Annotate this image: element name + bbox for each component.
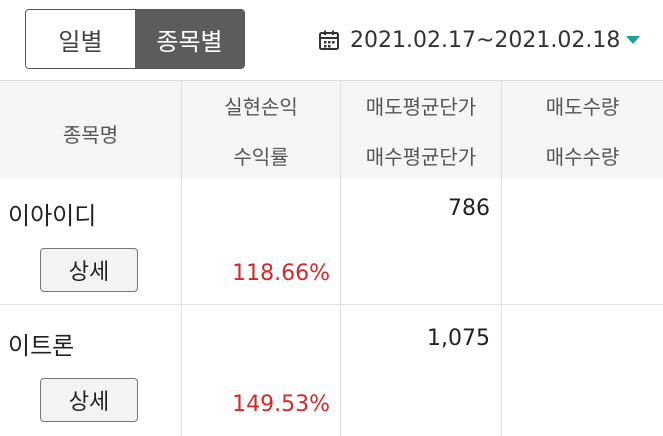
return-rate: 149.53%: [232, 392, 330, 417]
tab-by-stock[interactable]: 종목별: [135, 10, 244, 68]
header-pnl: 실현손익 수익률: [182, 80, 340, 178]
header-col3-bottom: 매수평균단가: [365, 145, 477, 169]
calendar-icon: [319, 30, 339, 50]
row-divider: [0, 304, 663, 305]
tab-daily[interactable]: 일별: [26, 10, 135, 68]
trade-result-table: 종목명 실현손익 수익률 매도평균단가 매수평균단가 매도수량 매수수량 이아이…: [0, 80, 663, 436]
detail-button[interactable]: 상세: [40, 378, 138, 422]
sell-avg-price: 1,075: [427, 326, 490, 351]
stock-name: 이트론: [8, 332, 75, 360]
sell-avg-price: 786: [448, 196, 490, 221]
stock-name: 이아이디: [8, 202, 97, 230]
header-col1-label: 종목명: [62, 123, 119, 147]
header-col2-top: 실현손익: [224, 95, 298, 119]
detail-button[interactable]: 상세: [40, 248, 138, 292]
header-col2-bottom: 수익률: [233, 145, 289, 169]
table-row: 이아이디 상세 118.66% 786: [0, 178, 663, 306]
header-quantity: 매도수량 매수수량: [502, 80, 663, 178]
masked-cell: [190, 312, 332, 358]
masked-cell: [508, 312, 658, 358]
header-col4-bottom: 매수수량: [545, 145, 620, 169]
return-rate: 118.66%: [232, 261, 330, 286]
table-row: 이트론 상세 149.53% 1,075: [0, 306, 663, 436]
date-range-picker[interactable]: 2021.02.17~2021.02.18: [318, 24, 620, 56]
top-bar: 일별 종목별 2021.02.17~2021.02.18: [0, 0, 663, 80]
header-avg-price: 매도평균단가 매수평균단가: [341, 80, 501, 178]
header-col4-top: 매도수량: [545, 95, 620, 119]
header-col3-top: 매도평균단가: [365, 95, 477, 119]
header-stock-name: 종목명: [0, 80, 181, 178]
date-range-text: 2021.02.17~2021.02.18: [350, 27, 621, 53]
view-toggle: 일별 종목별: [25, 9, 245, 69]
chevron-down-icon[interactable]: [626, 36, 640, 44]
